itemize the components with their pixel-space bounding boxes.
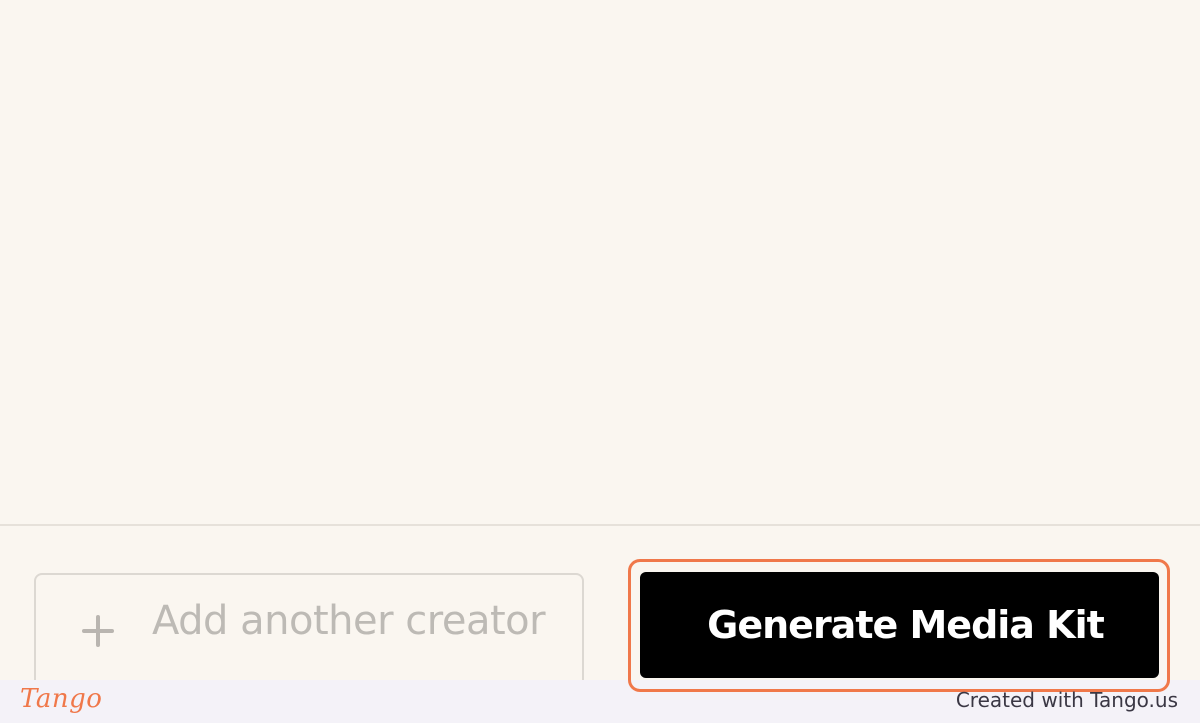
add-creator-button[interactable]: Add another creator [34, 573, 584, 693]
generate-media-kit-button[interactable]: Generate Media Kit [640, 572, 1159, 678]
plus-icon [82, 615, 114, 647]
generate-media-kit-label: Generate Media Kit [707, 603, 1105, 647]
tango-logo: Tango [20, 684, 103, 714]
content-area [0, 0, 1200, 524]
add-creator-label: Add another creator [152, 598, 546, 644]
screenshot-stage: Add another creator Generate Media Kit T… [0, 0, 1200, 723]
tango-credit: Created with Tango.us [955, 688, 1178, 712]
